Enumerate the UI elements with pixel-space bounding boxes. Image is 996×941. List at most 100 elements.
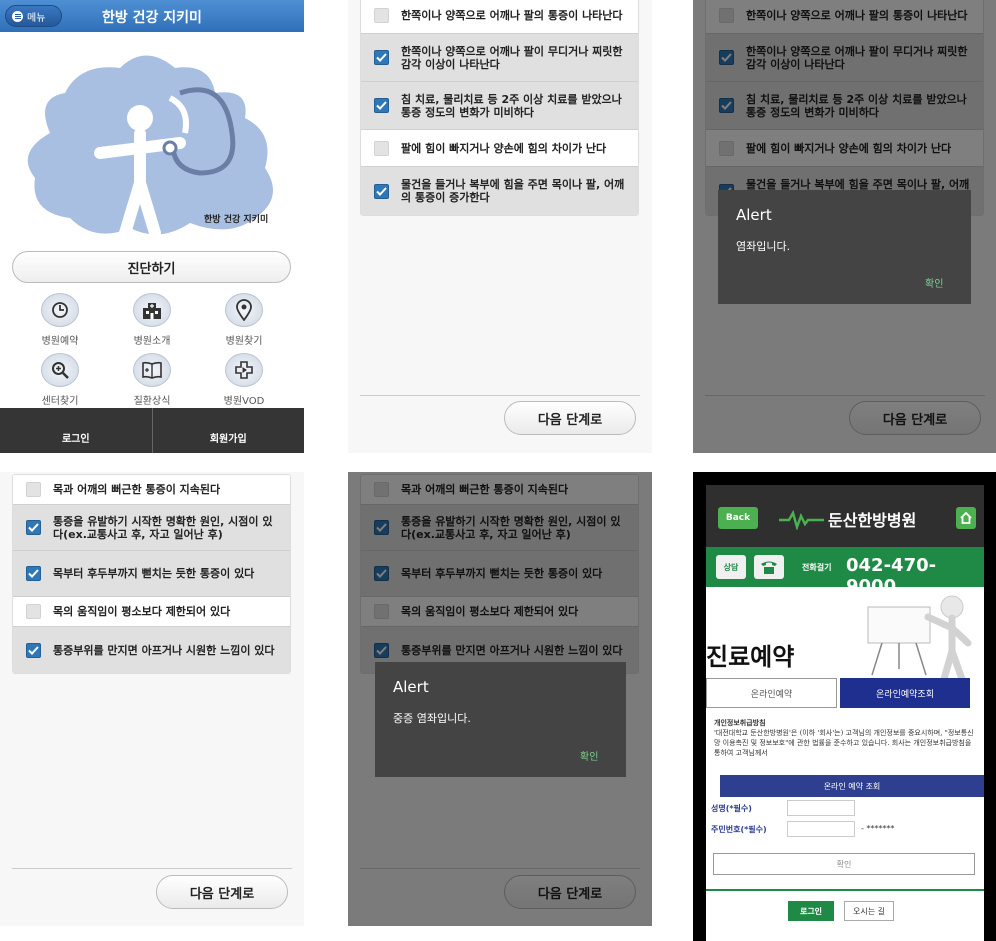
alert-message: 중증 염좌입니다. <box>393 712 471 725</box>
bottom-bar: 로그인 회원가입 <box>0 408 304 453</box>
checklist-item[interactable]: 팔에 힘이 빠지거나 양손에 힘의 차이가 난다 <box>361 130 638 167</box>
menu-item-disease-info[interactable]: 질환상식 <box>112 353 192 407</box>
lookup-section-header: 온라인 예약 조회 <box>720 775 984 797</box>
alert-ok-button[interactable]: 확인 <box>925 275 943 290</box>
checklist-item-text: 침 치료, 물리치료 등 2주 이상 치료를 받았으나 통증 정도의 변화가 미… <box>401 92 622 119</box>
checkmark-icon <box>376 186 387 196</box>
checkbox-checked[interactable] <box>374 98 389 113</box>
checkbox-checked[interactable] <box>374 50 389 65</box>
checkbox[interactable] <box>26 604 41 619</box>
hospital-name: 둔산한방병원 <box>828 511 917 530</box>
menu-item-label: 센터찾기 <box>41 396 79 407</box>
menu-item-hospital-vod[interactable]: 병원VOD <box>204 353 284 407</box>
checklist-item-text: 팔에 힘이 빠지거나 양손에 힘의 차이가 난다 <box>401 141 607 155</box>
medical-cross-icon <box>225 353 263 387</box>
menu-item-hospital-intro[interactable]: 병원소개 <box>112 293 192 347</box>
menu-item-label: 질환상식 <box>133 396 171 407</box>
checklist-item-text: 통증을 유발하기 시작한 명확한 원인, 시점이 있다(ex.교통사고 후, 자… <box>53 514 273 541</box>
checklist-item-text: 목의 움직임이 평소보다 제한되어 있다 <box>53 605 231 618</box>
checkmark-icon <box>28 645 39 655</box>
checklist-item-text: 통증부위를 만지면 아프거나 시원한 느낌이 있다 <box>53 643 275 657</box>
telephone-button[interactable] <box>754 555 784 579</box>
checkbox-checked[interactable] <box>26 642 41 658</box>
symptom-checklist: 목과 어깨의 뻐근한 통증이 지속된다 통증을 유발하기 시작한 명확한 원인,… <box>12 474 291 674</box>
call-label: 전화걸기 <box>802 563 832 572</box>
login-button[interactable]: 로그인 <box>0 408 152 453</box>
hospital-reservation-screen: Back 둔산한방병원 상담 전화걸기 042-470-9000 진료예약 온라… <box>693 472 996 941</box>
ssn-field-label: 주민번호(*필수) <box>711 825 767 834</box>
privacy-policy: 개인정보취급방침 '대전대학교 둔산한방병원'은 (이하 '회사'는) 고객님의… <box>714 718 978 758</box>
menu-item-label: 병원예약 <box>41 336 79 347</box>
tab-reservation-lookup[interactable]: 온라인예약조회 <box>840 678 970 708</box>
checkbox[interactable] <box>26 482 41 497</box>
menu-item-find-center[interactable]: 센터찾기 <box>20 353 100 407</box>
alert-message: 염좌입니다. <box>736 240 791 253</box>
menu-item-reservation[interactable]: 병원예약 <box>20 293 100 347</box>
signup-button[interactable]: 회원가입 <box>151 408 305 453</box>
home-button[interactable] <box>956 507 976 529</box>
book-icon <box>133 353 171 387</box>
name-input[interactable] <box>787 800 855 816</box>
neck-checklist-screen: 목과 어깨의 뻐근한 통증이 지속된다 통증을 유발하기 시작한 명확한 원인,… <box>0 472 304 926</box>
home-icon <box>960 512 972 524</box>
next-step-button[interactable]: 다음 단계로 <box>504 401 636 435</box>
presenter-illustration <box>867 595 972 681</box>
clock-icon <box>41 293 79 327</box>
menu-item-label: 병원소개 <box>133 336 171 347</box>
privacy-text: '대전대학교 둔산한방병원'은 (이하 '회사'는) 고객님의 개인정보를 중요… <box>714 729 974 757</box>
back-button[interactable]: Back <box>718 507 758 529</box>
pulse-logo-icon <box>779 510 824 530</box>
ssn-back-masked: - ******* <box>861 824 895 833</box>
checkmark-icon <box>376 53 387 62</box>
alert-dialog: Alert 중증 염좌입니다. 확인 <box>375 662 626 777</box>
tab-online-reservation[interactable]: 온라인예약 <box>706 678 837 708</box>
telephone-icon <box>761 561 777 574</box>
arm-checklist-screen: 한쪽이나 양쪽으로 어깨나 팔의 통증이 나타난다 한쪽이나 양쪽으로 어깨나 … <box>348 0 652 453</box>
name-field-label: 성명(*필수) <box>711 804 752 813</box>
login-button[interactable]: 로그인 <box>788 901 834 921</box>
phone-number[interactable]: 042-470-9000 <box>846 555 984 597</box>
next-step-button[interactable]: 다음 단계로 <box>156 875 288 909</box>
checklist-item[interactable]: 물건을 들거나 복부에 힘을 주면 목이나 팔, 어깨의 통증이 증가한다 <box>361 167 638 215</box>
home-screen: 메뉴 한방 건강 지키미 한방 건강 지키미 진단하기 병원예약 병원소개 병원… <box>0 0 304 453</box>
checkmark-icon <box>28 569 39 578</box>
confirm-button[interactable]: 확인 <box>713 853 975 875</box>
arm-alert-screen: 한쪽이나 양쪽으로 어깨나 팔의 통증이 나타난다 한쪽이나 양쪽으로 어깨나 … <box>693 0 996 453</box>
checkbox[interactable] <box>374 140 389 156</box>
checklist-item[interactable]: 한쪽이나 양쪽으로 어깨나 팔이 무디거나 찌릿한 감각 이상이 나타난다 <box>361 34 638 82</box>
directions-button[interactable]: 오시는 길 <box>844 901 894 921</box>
logo-caption: 한방 건강 지키미 <box>204 215 269 225</box>
checkbox-checked[interactable] <box>26 566 41 581</box>
checkbox[interactable] <box>374 7 389 23</box>
alert-ok-button[interactable]: 확인 <box>580 748 598 763</box>
checklist-item-text: 한쪽이나 양쪽으로 어깨나 팔의 통증이 나타난다 <box>401 8 623 22</box>
diagnose-button[interactable]: 진단하기 <box>12 251 291 283</box>
checklist-item[interactable]: 한쪽이나 양쪽으로 어깨나 팔의 통증이 나타난다 <box>361 0 638 34</box>
consult-label: 상담 <box>723 562 739 572</box>
consult-button[interactable]: 상담 <box>716 555 746 579</box>
checkbox-checked[interactable] <box>374 183 389 199</box>
divider <box>360 395 640 396</box>
checklist-item-text: 한쪽이나 양쪽으로 어깨나 팔이 무디거나 찌릿한 감각 이상이 나타난다 <box>401 44 623 71</box>
ssn-front-input[interactable] <box>787 821 855 837</box>
privacy-title: 개인정보취급방침 <box>714 719 766 727</box>
checklist-item[interactable]: 목과 어깨의 뻐근한 통증이 지속된다 <box>13 475 290 505</box>
page-title: 진료예약 <box>706 643 795 671</box>
checkbox-checked[interactable] <box>26 520 41 535</box>
checklist-item[interactable]: 목의 움직임이 평소보다 제한되어 있다 <box>13 597 290 627</box>
checklist-item[interactable]: 침 치료, 물리치료 등 2주 이상 치료를 받았으나 통증 정도의 변화가 미… <box>361 82 638 130</box>
alert-title: Alert <box>393 678 429 696</box>
checkmark-icon <box>28 523 39 532</box>
menu-item-label: 병원찾기 <box>225 336 263 347</box>
checklist-item[interactable]: 통증부위를 만지면 아프거나 시원한 느낌이 있다 <box>13 627 290 673</box>
checkmark-icon <box>376 101 387 110</box>
alert-dialog: Alert 염좌입니다. 확인 <box>718 190 971 304</box>
menu-item-find-hospital[interactable]: 병원찾기 <box>204 293 284 347</box>
contact-bar: 상담 전화걸기 042-470-9000 <box>706 547 984 597</box>
checklist-item[interactable]: 목부터 후두부까지 뻗치는 듯한 통증이 있다 <box>13 551 290 597</box>
checklist-item[interactable]: 통증을 유발하기 시작한 명확한 원인, 시점이 있다(ex.교통사고 후, 자… <box>13 505 290 551</box>
hospital-webview: Back 둔산한방병원 상담 전화걸기 042-470-9000 진료예약 온라… <box>706 485 984 941</box>
hospital-icon <box>133 293 171 327</box>
checklist-item-text: 목부터 후두부까지 뻗치는 듯한 통증이 있다 <box>53 567 255 580</box>
hospital-header: Back 둔산한방병원 <box>706 485 984 547</box>
